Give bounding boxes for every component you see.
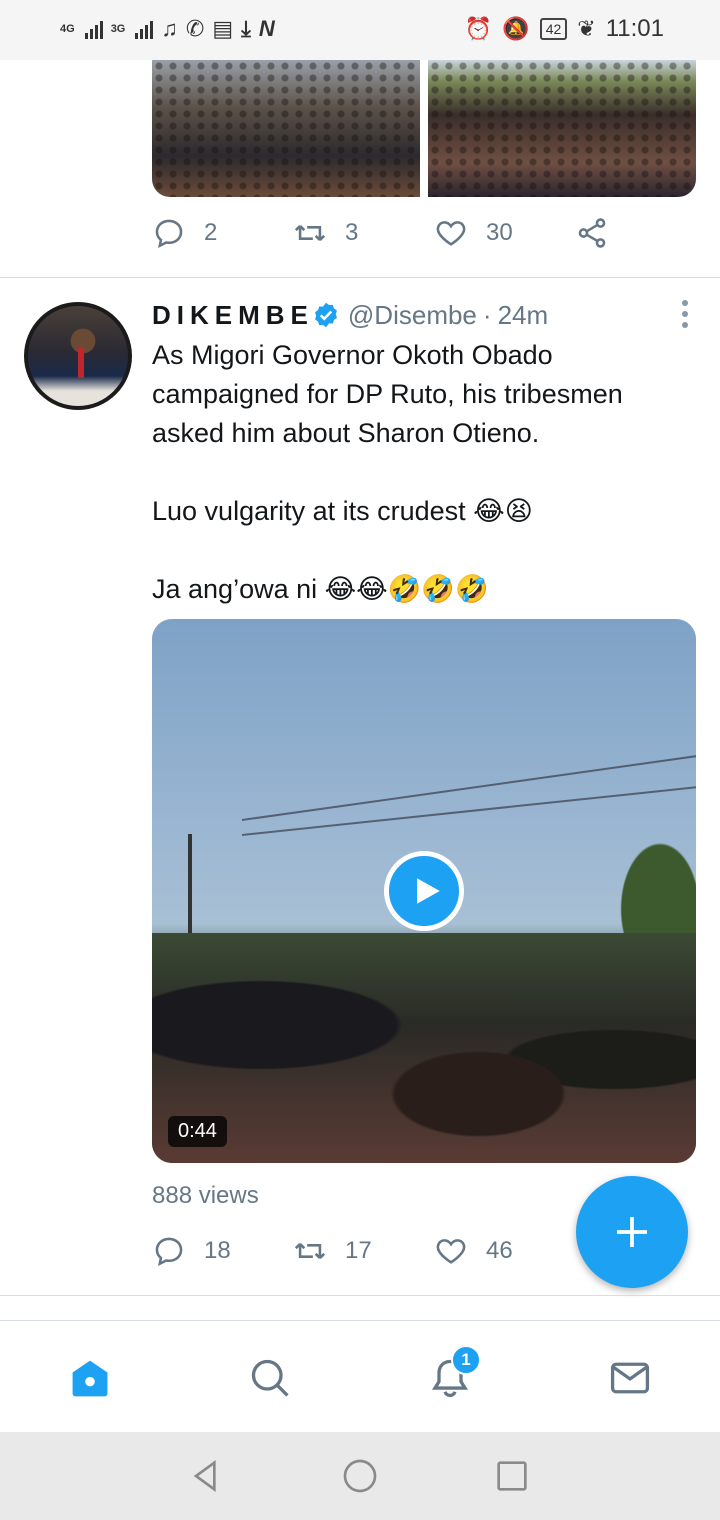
video-thumbnail (152, 933, 696, 1163)
system-back-button[interactable] (186, 1456, 226, 1496)
bottom-nav: 1 (0, 1320, 720, 1432)
tweet-header: DIKEMBE @Disembe · 24m (152, 296, 548, 334)
tweet-text-line-2: Luo vulgarity at its crudest 😂😫 (152, 496, 533, 526)
tweet-divider-bottom (0, 1295, 720, 1296)
play-button[interactable] (384, 851, 464, 931)
alarm-icon: ⏰ (464, 16, 493, 41)
download-icon: ⤓ (241, 16, 251, 41)
tweet-divider (0, 277, 720, 278)
reply-count: 18 (204, 1237, 231, 1264)
network-3g-label: 3G (110, 22, 126, 35)
signal-icon (84, 19, 103, 39)
reply-button[interactable]: 2 (152, 216, 293, 250)
retweet-count: 3 (345, 219, 359, 246)
like-count: 30 (486, 219, 513, 246)
previous-tweet-image-1[interactable] (152, 60, 420, 197)
back-triangle-icon (193, 1460, 216, 1492)
avatar[interactable] (24, 302, 132, 410)
author-name[interactable]: DIKEMBE (152, 300, 314, 331)
heart-icon (436, 221, 466, 246)
system-recents-button[interactable] (492, 1456, 532, 1496)
mail-icon (610, 1362, 650, 1394)
tweet-timestamp: 24m (497, 299, 549, 330)
search-icon (251, 1359, 289, 1397)
nav-messages[interactable] (607, 1355, 653, 1401)
verified-badge-icon (314, 302, 337, 328)
heart-icon (436, 1239, 466, 1264)
whatsapp-icon: ✆ (185, 16, 205, 41)
reply-button[interactable]: 18 (152, 1234, 293, 1268)
battery-icon: 42 (539, 18, 568, 40)
video-player[interactable]: 0:44 (152, 619, 696, 1163)
tweet-text-line-3: Ja ang’owa ni 😂😂🤣🤣🤣 (152, 574, 489, 604)
retweet-icon (294, 225, 326, 241)
status-left: 4G 3G ♫ ✆ ▤ ⤓ N (60, 14, 275, 44)
nav-notifications[interactable]: 1 (427, 1345, 481, 1401)
view-count: 888 views (152, 1182, 259, 1209)
retweet-icon (294, 1243, 326, 1259)
reply-count: 2 (204, 219, 218, 246)
nav-search[interactable] (247, 1355, 293, 1401)
tweet-actions: 18 17 46 (152, 1234, 575, 1268)
music-icon: ♫ (161, 16, 178, 41)
home-icon (72, 1360, 108, 1397)
like-count: 46 (486, 1237, 513, 1264)
reply-icon (155, 219, 183, 249)
home-circle-icon (343, 1459, 377, 1493)
previous-tweet-actions: 2 3 30 (152, 216, 716, 250)
play-icon (417, 878, 440, 904)
signal-icon-2 (135, 19, 154, 39)
retweet-button[interactable]: 3 (293, 216, 434, 250)
system-home-button[interactable] (340, 1456, 380, 1496)
previous-tweet-media[interactable] (152, 60, 696, 197)
tweet-text: As Migori Governor Okoth Obado campaigne… (152, 336, 692, 609)
previous-tweet-image-2[interactable] (428, 60, 696, 197)
retweet-button[interactable]: 17 (293, 1234, 434, 1268)
share-button[interactable] (575, 216, 716, 250)
mute-icon: 🔕 (502, 16, 530, 41)
system-nav-bar (0, 1432, 720, 1520)
status-bar: 4G 3G ♫ ✆ ▤ ⤓ N ⏰ 🔕 42 ❦ 11:01 (0, 0, 720, 60)
notification-badge: 1 (451, 1345, 481, 1375)
recents-square-icon (497, 1461, 527, 1491)
plus-icon (617, 1217, 647, 1247)
status-right: ⏰ 🔕 42 ❦ 11:01 (465, 14, 664, 44)
n-app-icon: N (258, 16, 275, 41)
header-separator: · (482, 299, 492, 330)
retweet-count: 17 (345, 1237, 372, 1264)
video-duration: 0:44 (168, 1116, 227, 1147)
network-4g-label: 4G (60, 22, 75, 35)
news-icon: ▤ (212, 16, 234, 41)
share-icon (578, 218, 606, 248)
compose-tweet-button[interactable] (576, 1176, 688, 1288)
like-button[interactable]: 46 (434, 1234, 575, 1268)
leaf-icon: ❦ (577, 16, 596, 41)
reply-icon (155, 1237, 183, 1267)
like-button[interactable]: 30 (434, 216, 575, 250)
more-options-icon[interactable] (682, 300, 690, 328)
author-handle[interactable]: @Disembe (348, 300, 477, 331)
tweet-text-line-1: As Migori Governor Okoth Obado campaigne… (152, 340, 623, 448)
nav-home[interactable] (67, 1355, 113, 1401)
clock: 11:01 (605, 15, 664, 42)
